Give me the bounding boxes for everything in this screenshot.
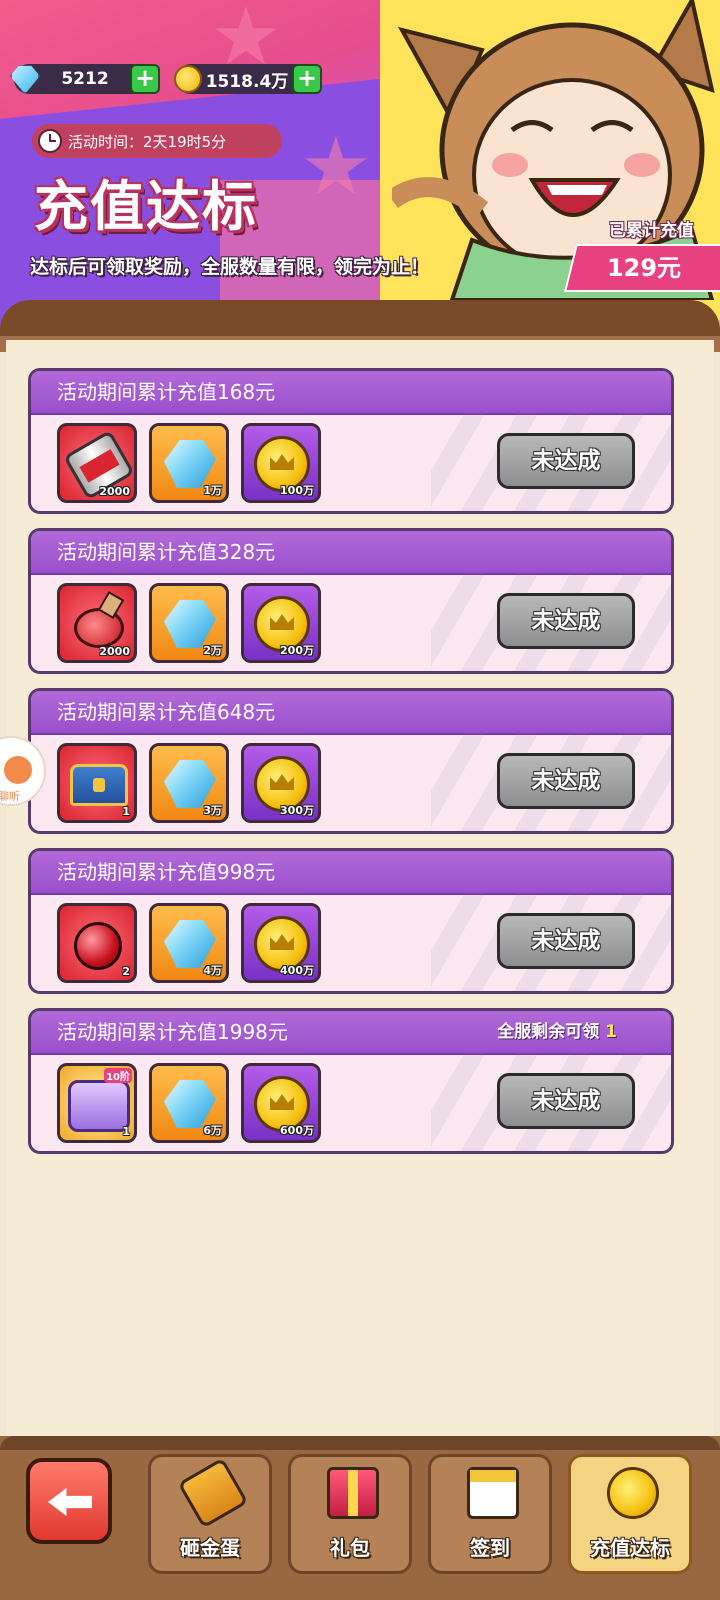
tier-card: 活动期间累计充值328元 2000 2万 200万 未达成 <box>28 528 674 674</box>
reward-item[interactable]: 400万 <box>241 903 321 983</box>
reward-item[interactable]: 2万 <box>149 583 229 663</box>
reward-item[interactable]: 2000 <box>57 423 137 503</box>
claim-status-button[interactable]: 未达成 <box>497 913 635 969</box>
gem-amount: 5212 <box>61 69 109 89</box>
reward-qty: 2万 <box>203 644 222 657</box>
reward-item[interactable]: 10阶 1 <box>57 1063 137 1143</box>
bottom-nav: 砸金蛋 礼包 签到 充值达标 <box>0 1436 720 1600</box>
reward-qty: 2000 <box>99 645 130 658</box>
event-description: 达标后可领取奖励，全服数量有限，领完为止！ <box>30 256 430 278</box>
tab-smash-egg[interactable]: 砸金蛋 <box>148 1454 272 1574</box>
gold-amount: 1518.4万 <box>205 71 289 92</box>
diamond-icon <box>164 600 216 648</box>
add-gold-button[interactable]: + <box>292 64 322 94</box>
reward-qty: 200万 <box>280 644 314 657</box>
reward-item[interactable]: 100万 <box>241 423 321 503</box>
tab-recharge-goal[interactable]: 充值达标 <box>568 1454 692 1574</box>
reward-item[interactable]: 3万 <box>149 743 229 823</box>
tab-label: 签到 <box>470 1536 510 1560</box>
reward-item[interactable]: 2 <box>57 903 137 983</box>
reward-qty: 1万 <box>203 484 222 497</box>
diamond-icon <box>164 920 216 968</box>
timer-text: 活动时间：2天19时5分 <box>68 132 227 151</box>
diamond-icon <box>164 760 216 808</box>
assistant-label: 聊听 <box>0 790 20 803</box>
tier-header: 活动期间累计充值1998元 全服剩余可领 1 <box>31 1011 671 1055</box>
accumulated-badge: 129元 <box>564 244 720 292</box>
hammer-icon <box>177 1457 249 1529</box>
accumulated-label: 已累计充值 <box>609 221 694 241</box>
reward-item[interactable]: 200万 <box>241 583 321 663</box>
reward-qty: 600万 <box>280 1124 314 1137</box>
tier-title: 活动期间累计充值648元 <box>31 691 671 735</box>
diamond-icon <box>164 1080 216 1128</box>
tab-sign-in[interactable]: 签到 <box>428 1454 552 1574</box>
clock-icon <box>38 129 62 153</box>
reward-qty: 6万 <box>203 1124 222 1137</box>
reward-item[interactable]: 600万 <box>241 1063 321 1143</box>
tier-card: 活动期间累计充值648元 1 3万 300万 未达成 <box>28 688 674 834</box>
reward-qty: 2 <box>122 965 130 978</box>
reward-qty: 100万 <box>280 484 314 497</box>
reward-qty: 1 <box>122 805 130 818</box>
star-decor-icon: ★ <box>300 120 372 213</box>
tier-card: 活动期间累计充值168元 2000 1万 100万 未达成 <box>28 368 674 514</box>
reward-qty: 400万 <box>280 964 314 977</box>
reward-item[interactable]: 1万 <box>149 423 229 503</box>
remaining-number: 1 <box>605 1022 617 1042</box>
claim-status-button[interactable]: 未达成 <box>497 753 635 809</box>
calendar-icon <box>467 1467 519 1519</box>
tab-gift-pack[interactable]: 礼包 <box>288 1454 412 1574</box>
gold-coin-icon <box>174 65 202 93</box>
add-gems-button[interactable]: + <box>130 64 160 94</box>
tier-title: 活动期间累计充值168元 <box>31 371 671 415</box>
tab-label: 砸金蛋 <box>180 1536 240 1560</box>
back-arrow-icon <box>48 1488 92 1516</box>
tier-title: 活动期间累计充值328元 <box>31 531 671 575</box>
page-title: 充值达标 <box>34 175 258 238</box>
gem-balance: 5212 + <box>10 64 160 94</box>
reward-qty: 300万 <box>280 804 314 817</box>
tab-label: 充值达标 <box>590 1536 670 1560</box>
diamond-icon <box>164 440 216 488</box>
reward-qty: 4万 <box>203 964 222 977</box>
reward-qty: 1 <box>122 1125 130 1138</box>
red-orb-icon <box>74 922 122 970</box>
reward-item[interactable]: 2000 <box>57 583 137 663</box>
assistant-icon <box>4 756 32 784</box>
event-timer: 活动时间：2天19时5分 <box>32 124 282 158</box>
gem-icon <box>10 65 40 94</box>
back-button[interactable] <box>26 1458 112 1544</box>
gift-icon <box>327 1467 379 1519</box>
claim-status-button[interactable]: 未达成 <box>497 1073 635 1129</box>
reward-qty: 3万 <box>203 804 222 817</box>
tier-title: 活动期间累计充值998元 <box>31 851 671 895</box>
reward-item[interactable]: 6万 <box>149 1063 229 1143</box>
gold-balance: 1518.4万 + <box>174 64 322 94</box>
remaining-label: 全服剩余可领 <box>497 1022 600 1042</box>
claim-status-button[interactable]: 未达成 <box>497 593 635 649</box>
claim-status-button[interactable]: 未达成 <box>497 433 635 489</box>
tier-card: 活动期间累计充值998元 2 4万 400万 未达成 <box>28 848 674 994</box>
tier-tag: 10阶 <box>104 1068 132 1083</box>
tab-label: 礼包 <box>330 1536 370 1560</box>
accumulated-value: 129元 <box>606 254 682 282</box>
red-potion-icon <box>74 608 124 648</box>
tier-card: 活动期间累计充值1998元 全服剩余可领 1 10阶 1 6万 600万 未达成 <box>28 1008 674 1154</box>
coin-stack-icon <box>607 1467 659 1519</box>
reward-qty: 2000 <box>99 485 130 498</box>
remaining-count: 全服剩余可领 1 <box>497 1011 617 1053</box>
event-banner: ★ ★ 5212 + 1518.4万 + 活动时间：2天19时5分 充值达标 达… <box>0 0 720 330</box>
reward-item[interactable]: 4万 <box>149 903 229 983</box>
purple-chest-icon <box>68 1080 130 1132</box>
tier-title: 活动期间累计充值1998元 <box>57 1020 288 1044</box>
reward-item[interactable]: 300万 <box>241 743 321 823</box>
reward-item[interactable]: 1 <box>57 743 137 823</box>
chest-lock <box>93 778 105 792</box>
